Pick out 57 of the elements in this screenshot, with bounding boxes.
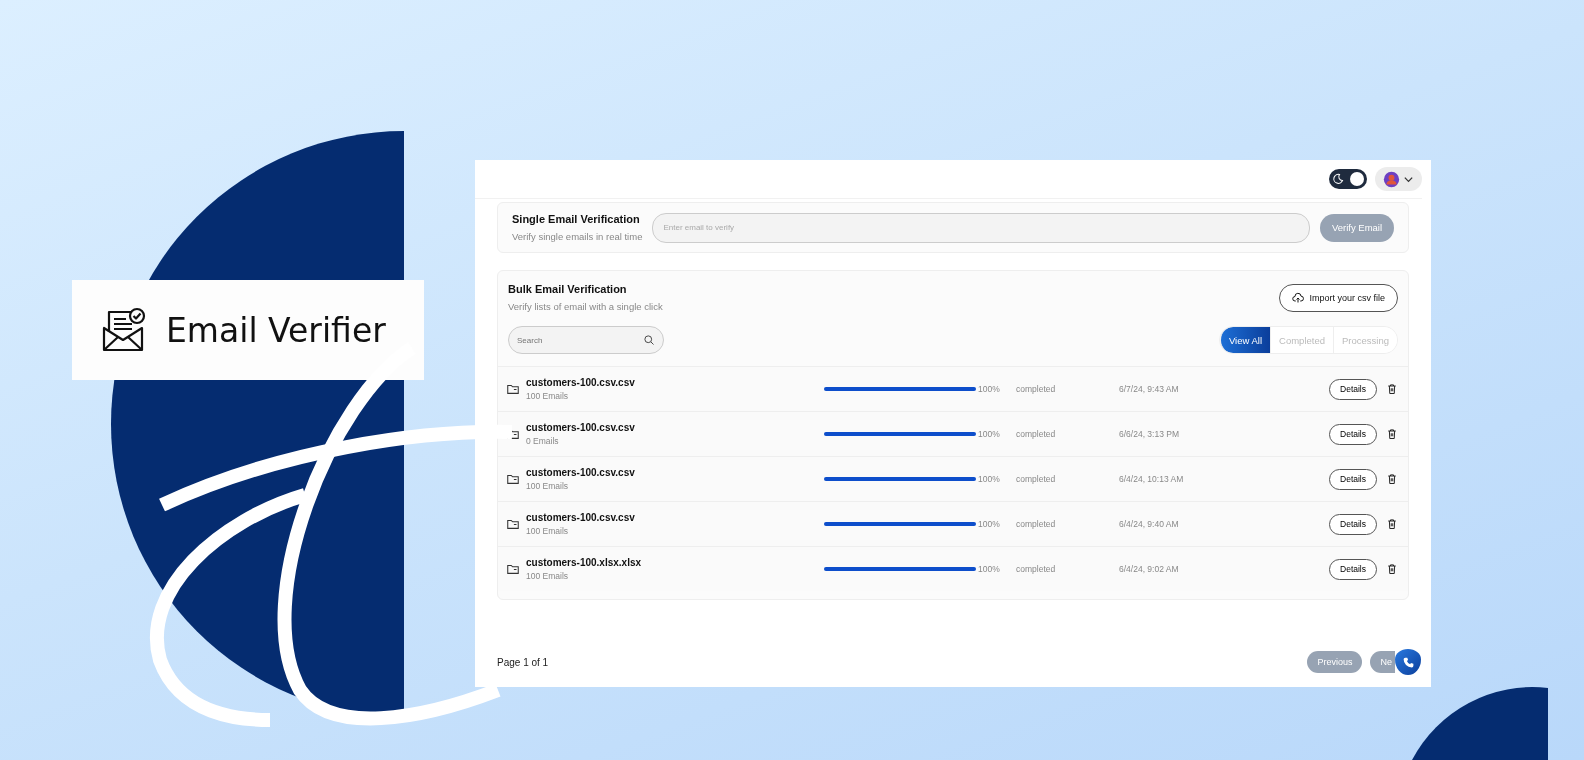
phone-call-badge[interactable] bbox=[1395, 649, 1421, 675]
file-name: customers-100.csv.csv bbox=[526, 377, 636, 388]
trash-icon[interactable] bbox=[1386, 563, 1398, 575]
trash-icon[interactable] bbox=[1386, 518, 1398, 530]
file-date: 6/4/24, 10:13 AM bbox=[1119, 474, 1185, 484]
file-name: customers-100.csv.csv bbox=[526, 422, 636, 433]
folder-icon bbox=[506, 562, 520, 576]
page-indicator: Page 1 of 1 bbox=[497, 656, 549, 668]
card-subtitle: Verify lists of email with a single click bbox=[508, 301, 663, 312]
file-name: customers-100.xlsx.xlsx bbox=[526, 557, 643, 568]
card-subtitle: Verify single emails in real time bbox=[512, 231, 643, 242]
file-date: 6/6/24, 3:13 PM bbox=[1119, 429, 1180, 439]
card-title: Bulk Email Verification bbox=[508, 283, 628, 295]
details-button[interactable]: Details bbox=[1329, 423, 1377, 445]
progress-percent: 100% bbox=[978, 429, 1001, 439]
file-date: 6/7/24, 9:43 AM bbox=[1119, 384, 1180, 394]
email-count: 100 Emails bbox=[526, 391, 570, 401]
file-status: completed bbox=[1016, 474, 1057, 484]
cloud-upload-icon bbox=[1292, 291, 1305, 304]
file-name: customers-100.csv.csv bbox=[526, 512, 636, 523]
trash-icon[interactable] bbox=[1386, 383, 1398, 395]
progress-percent: 100% bbox=[978, 474, 1001, 484]
folder-icon bbox=[506, 517, 520, 531]
account-menu-button[interactable] bbox=[1375, 167, 1422, 191]
folder-icon bbox=[506, 472, 520, 486]
details-button[interactable]: Details bbox=[1329, 378, 1377, 400]
email-count: 100 Emails bbox=[526, 571, 570, 581]
file-date: 6/4/24, 9:40 AM bbox=[1119, 519, 1180, 529]
moon-icon bbox=[1332, 173, 1344, 185]
file-status: completed bbox=[1016, 564, 1057, 574]
file-status: completed bbox=[1016, 429, 1057, 439]
trash-icon[interactable] bbox=[1386, 428, 1398, 440]
envelope-check-icon bbox=[100, 306, 148, 354]
email-count: 100 Emails bbox=[526, 481, 570, 491]
phone-icon bbox=[1401, 655, 1415, 669]
import-csv-button[interactable]: Import your csv file bbox=[1279, 283, 1398, 312]
email-count: 0 Emails bbox=[526, 436, 560, 446]
filter-tab[interactable]: View All bbox=[1219, 327, 1271, 353]
progress-percent: 100% bbox=[978, 564, 1001, 574]
folder-icon bbox=[506, 382, 520, 396]
avatar-icon bbox=[1383, 170, 1400, 188]
details-button[interactable]: Details bbox=[1329, 468, 1377, 490]
file-status: completed bbox=[1016, 384, 1057, 394]
email-count: 100 Emails bbox=[526, 526, 570, 536]
progress-percent: 100% bbox=[978, 384, 1001, 394]
file-date: 6/4/24, 9:02 AM bbox=[1119, 564, 1180, 574]
trash-icon[interactable] bbox=[1386, 473, 1398, 485]
search-icon bbox=[643, 334, 655, 346]
search-field[interactable]: Search bbox=[508, 326, 664, 354]
progress-percent: 100% bbox=[978, 519, 1001, 529]
card-title: Single Email Verification bbox=[512, 213, 641, 225]
file-name: customers-100.csv.csv bbox=[526, 467, 636, 478]
details-button[interactable]: Details bbox=[1329, 558, 1377, 580]
file-status: completed bbox=[1016, 519, 1057, 529]
logo-title: Email Verifier bbox=[166, 310, 386, 350]
details-button[interactable]: Details bbox=[1329, 513, 1377, 535]
dark-mode-toggle[interactable] bbox=[1329, 169, 1367, 189]
